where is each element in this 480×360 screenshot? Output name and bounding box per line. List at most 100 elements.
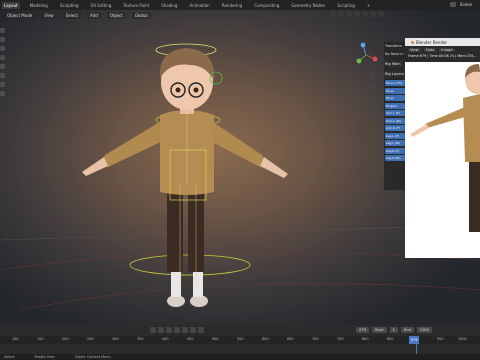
bone-layer-button[interactable]: Leg.L (IK)	[385, 140, 405, 146]
character-right-eye	[193, 87, 199, 93]
bone-layer-button[interactable]: Face.L (Fk)	[385, 80, 405, 86]
render-result-canvas	[405, 62, 480, 258]
tab-layout[interactable]: Layout	[2, 1, 20, 9]
bone-layer-button[interactable]: Leg.R (IK)	[385, 155, 405, 161]
jump-to-end-icon[interactable]	[198, 326, 204, 333]
jump-to-start-icon[interactable]	[158, 326, 164, 333]
add-workspace-button[interactable]: +	[365, 2, 372, 9]
tab-rendering[interactable]: Rendering	[220, 2, 244, 9]
tab-sculpting[interactable]: Sculpting	[58, 2, 81, 9]
render-image-menu[interactable]: Image	[439, 48, 455, 52]
bone-layer-button[interactable]: Fingers	[385, 102, 405, 109]
tab-modeling[interactable]: Modeling	[28, 2, 50, 9]
tab-compositing[interactable]: Compositing	[252, 2, 281, 9]
ruler-tick: 750	[337, 337, 344, 341]
render-status-text: Frame:979 | Time:00:08.74 | Mem:155...	[408, 54, 477, 58]
ruler-tick: 150	[37, 337, 44, 341]
ruler-tick: 600	[262, 337, 269, 341]
timeline-editor[interactable]: 979 Start 1 End 1000 100 150 200 250 300…	[0, 325, 480, 360]
scene-selector[interactable]: Scene	[449, 2, 472, 7]
render-window[interactable]: Blender Render View Slots Image Frame:97…	[405, 38, 480, 258]
workspace-tabs-bar: Layout Modeling Sculpting UV Editing Tex…	[0, 0, 480, 10]
section-transform[interactable]: Transform	[384, 42, 406, 50]
section-rig-layers[interactable]: Rig Layers	[384, 70, 406, 78]
section-no-bone: No Bone in	[385, 52, 404, 56]
ruler-tick: 350	[137, 337, 144, 341]
y-axis-icon[interactable]	[356, 58, 362, 64]
camera-view-icon[interactable]	[368, 94, 376, 102]
bone-layer-button[interactable]: Arm.L (F)	[385, 110, 405, 116]
ruler-tick: 500	[212, 337, 219, 341]
render-slots-menu[interactable]: Slots	[423, 48, 437, 52]
section-rig-main[interactable]: Rig Main	[384, 60, 406, 68]
tab-geometry-nodes[interactable]: Geometry Nodes	[289, 2, 327, 9]
bone-layer-button[interactable]: Arm.L (IK)	[385, 117, 405, 124]
tab-animation[interactable]: Animation	[187, 2, 211, 9]
character-left-hand	[82, 157, 108, 176]
x-axis-icon[interactable]	[372, 56, 378, 62]
playhead-line[interactable]	[416, 344, 417, 354]
character-right-hand	[260, 157, 288, 178]
sidebar-n-panel: Transform No Bone in Rig Main Rig Layers…	[384, 42, 406, 190]
pan-icon[interactable]	[368, 83, 376, 91]
3d-viewport[interactable]: Object Mode View Select Add Object Globa…	[0, 10, 480, 325]
ruler-tick: 200	[62, 337, 69, 341]
ruler-tick: 300	[112, 337, 119, 341]
ruler-tick: 850	[387, 337, 394, 341]
scene-label: Scene	[459, 2, 472, 7]
bone-layer-button[interactable]: Torso	[385, 95, 405, 101]
ruler-tick: 550	[237, 337, 244, 341]
zoom-icon[interactable]	[368, 72, 376, 80]
tab-texture-paint[interactable]: Texture Paint	[121, 2, 151, 9]
render-window-title: Blender Render	[416, 39, 448, 45]
render-window-toolbar: View Slots Image	[405, 46, 480, 54]
character-right-arm	[208, 120, 268, 167]
bone-layer-button[interactable]: Leg.R (F)	[385, 147, 405, 154]
character-left-eye	[175, 87, 181, 93]
playhead-frame-indicator[interactable]: 979	[409, 336, 420, 344]
tab-scripting[interactable]: Scripting	[335, 2, 357, 9]
render-view-menu[interactable]: View	[408, 48, 421, 52]
ruler-tick: 250	[87, 337, 94, 341]
character-left-sock	[171, 272, 181, 297]
status-context-hint: Object Context Menu	[74, 355, 111, 359]
tab-shading[interactable]: Shading	[159, 2, 179, 9]
timeline-ruler[interactable]: 100 150 200 250 300 350 400 450 500 550 …	[0, 336, 480, 344]
status-rotate-hint: Rotate View	[34, 355, 55, 359]
play-reverse-icon[interactable]	[174, 326, 180, 333]
frame-range-fields: 979 Start 1 End 1000	[356, 327, 432, 333]
start-frame-label: Start	[371, 327, 387, 333]
ruler-tick: 400	[162, 337, 169, 341]
render-result-image	[410, 64, 480, 232]
bone-layer-button[interactable]: Torso	[385, 87, 405, 94]
status-select-hint: Select	[4, 355, 15, 359]
character-right-sock	[193, 272, 203, 297]
end-frame-field[interactable]: 1000	[416, 327, 432, 333]
ruler-tick: 800	[362, 337, 369, 341]
render-window-titlebar[interactable]: Blender Render	[405, 38, 480, 46]
tab-uv-editing[interactable]: UV Editing	[89, 2, 114, 9]
ruler-tick: 950	[437, 337, 444, 341]
ruler-tick: 1000	[458, 337, 467, 341]
previous-keyframe-icon[interactable]	[166, 326, 172, 333]
status-bar: Select Rotate View Object Context Menu	[0, 354, 480, 360]
ruler-tick: 450	[187, 337, 194, 341]
blender-logo-icon	[411, 40, 414, 44]
navigation-gizmo[interactable]	[356, 42, 378, 64]
keyframe-icon[interactable]	[150, 326, 156, 333]
perspective-toggle-icon[interactable]	[368, 105, 376, 113]
start-frame-field[interactable]: 1	[389, 327, 398, 333]
ruler-tick: 650	[287, 337, 294, 341]
bone-layer-button[interactable]: Arm.R (F)	[385, 125, 405, 131]
bone-layer-button[interactable]: Leg.L (F)	[385, 132, 405, 139]
z-axis-icon[interactable]	[360, 42, 366, 48]
current-frame-field[interactable]: 979	[356, 327, 369, 333]
scene-icon	[449, 2, 456, 7]
end-frame-label: End	[400, 327, 414, 333]
ruler-tick: 700	[312, 337, 319, 341]
play-icon[interactable]	[182, 326, 188, 333]
next-keyframe-icon[interactable]	[190, 326, 196, 333]
character-left-arm	[100, 120, 165, 167]
ruler-tick: 100	[12, 337, 19, 341]
navigation-buttons	[368, 72, 376, 113]
